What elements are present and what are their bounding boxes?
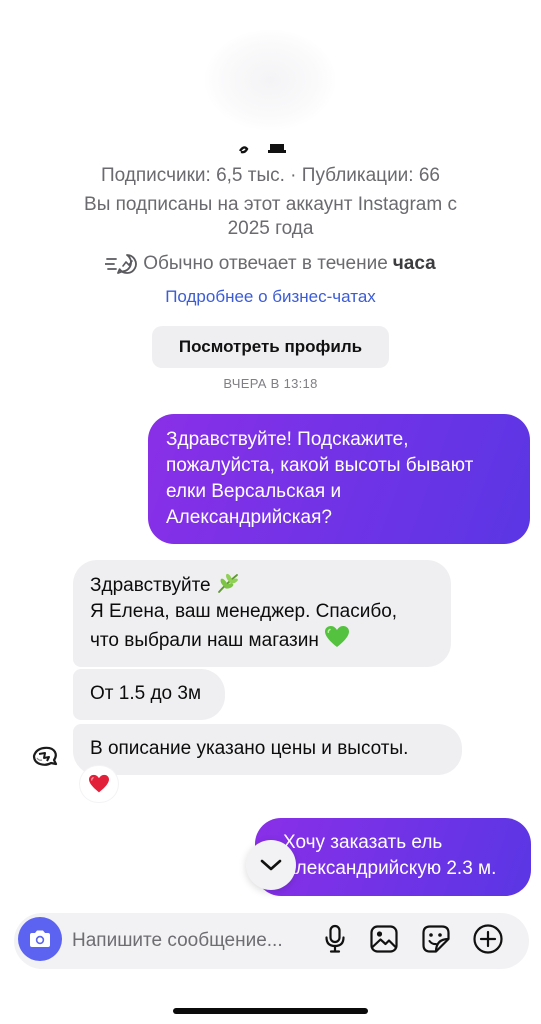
profile-avatar-blurred <box>205 30 335 130</box>
message-line-with-emoji: Здравствуйте <box>90 572 434 599</box>
message-line: Хочу заказать ель <box>283 832 443 853</box>
message-line: Здравствуйте! Подскажите, <box>166 429 409 450</box>
sticker-icon <box>422 925 450 953</box>
subscription-info-line: 2025 года <box>227 218 314 239</box>
add-attachment-button[interactable] <box>472 923 504 955</box>
message-line: пожалуйста, какой высоты бывают <box>166 455 474 476</box>
gallery-button[interactable] <box>368 923 400 955</box>
profile-name-fragment <box>239 144 286 154</box>
message-line-with-emoji: что выбрали наш магазин <box>90 625 434 654</box>
outgoing-message[interactable]: Хочу заказать ель Александрийскую 2.3 м. <box>255 818 531 896</box>
message-line: Александрийская? <box>166 507 332 528</box>
message-line: От 1.5 до 3м <box>90 683 202 704</box>
camera-button[interactable] <box>18 917 62 961</box>
herb-emoji-icon <box>217 573 238 593</box>
scroll-to-bottom-button[interactable] <box>246 840 296 890</box>
microphone-button[interactable] <box>319 923 351 955</box>
response-time-info: Обычно отвечает в течение часа <box>0 251 541 277</box>
message-line: Я Елена, ваш менеджер. Спасибо, <box>90 601 398 622</box>
red-heart-icon <box>89 774 109 793</box>
sender-avatar[interactable] <box>30 744 60 770</box>
gallery-icon <box>370 925 398 953</box>
incoming-message[interactable]: От 1.5 до 3м <box>73 669 225 720</box>
outgoing-message[interactable]: Здравствуйте! Подскажите, пожалуйста, ка… <box>148 414 530 544</box>
camera-icon <box>30 930 50 947</box>
message-line: елки Версальская и <box>166 481 342 502</box>
subscription-info-line: Вы подписаны на этот аккаунт Instagram с <box>84 194 457 215</box>
business-chats-link[interactable]: Подробнее о бизнес-чатах <box>0 286 541 308</box>
home-indicator <box>173 1008 368 1014</box>
view-profile-button[interactable]: Посмотреть профиль <box>152 326 389 368</box>
message-line: Александрийскую 2.3 м. <box>283 858 497 879</box>
response-time-label: Обычно отвечает в течение <box>143 253 388 274</box>
incoming-message[interactable]: Здравствуйте Я Елена, ваш менеджер. Спас… <box>73 560 451 667</box>
incoming-message[interactable]: В описание указано цены и высоты. <box>73 724 462 775</box>
green-heart-emoji-icon <box>324 626 349 647</box>
plus-circle-icon <box>473 924 503 954</box>
subscription-info: Вы подписаны на этот аккаунт Instagram с… <box>40 193 501 241</box>
microphone-icon <box>325 924 345 953</box>
message-timestamp: ВЧЕРА В 13:18 <box>223 376 318 391</box>
message-line: В описание указано цены и высоты. <box>90 738 409 759</box>
message-line: Здравствуйте <box>90 575 211 596</box>
chevron-down-icon <box>260 859 282 871</box>
message-input[interactable] <box>72 927 312 955</box>
message-line: что выбрали наш магазин <box>90 630 319 651</box>
response-time-value: часа <box>392 253 436 274</box>
message-reaction[interactable] <box>80 766 118 802</box>
profile-stats: Подписчики: 6,5 тыс. · Публикации: 66 <box>101 165 440 186</box>
fast-reply-icon <box>105 254 138 274</box>
sticker-button[interactable] <box>420 923 452 955</box>
